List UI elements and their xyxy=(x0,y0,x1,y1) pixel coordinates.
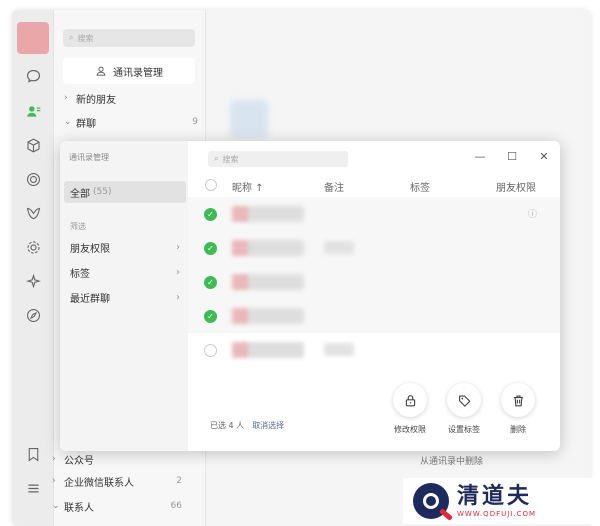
bookmark-icon[interactable] xyxy=(23,444,43,464)
group-work-contacts[interactable]: › 企业微信联系人 2 xyxy=(52,473,182,489)
compass-icon[interactable] xyxy=(23,305,43,325)
table-row[interactable]: ✓ xyxy=(188,265,560,299)
chevron-down-icon: ⌄ xyxy=(52,501,60,511)
blurred-remark xyxy=(324,241,354,254)
cancel-selection-link[interactable]: 取消选择 xyxy=(252,420,284,431)
maximize-button[interactable]: ☐ xyxy=(502,147,522,165)
delete-circle[interactable] xyxy=(501,383,535,417)
sparkle-icon[interactable] xyxy=(23,271,43,291)
table-row[interactable] xyxy=(188,333,560,367)
info-icon[interactable]: ⓘ xyxy=(528,207,537,220)
person-icon xyxy=(96,66,106,76)
brand-logo-icon xyxy=(413,483,449,519)
blurred-remark xyxy=(324,343,354,356)
cube-icon[interactable] xyxy=(23,135,43,155)
nav-rail xyxy=(12,10,54,526)
blurred-contact-name xyxy=(232,206,304,222)
delete-button[interactable]: 删除 xyxy=(494,383,542,435)
detail-footer-text: 从通讯录中删除 xyxy=(420,457,484,467)
filter-all[interactable]: 全部 (55) xyxy=(64,181,186,203)
row-checkbox-checked[interactable]: ✓ xyxy=(204,242,217,255)
dialog-search-input[interactable]: ⌕ 搜索 xyxy=(208,151,348,167)
row-checkbox-checked[interactable]: ✓ xyxy=(204,276,217,289)
gear-icon[interactable] xyxy=(23,237,43,257)
close-button[interactable]: ✕ xyxy=(534,147,554,165)
avatar[interactable] xyxy=(17,22,49,54)
channels-icon[interactable] xyxy=(23,203,43,223)
table-row[interactable]: ✓ xyxy=(188,299,560,333)
search-icon: ⌕ xyxy=(214,154,219,163)
blurred-avatar xyxy=(230,100,268,138)
set-tags-button[interactable]: 设置标签 xyxy=(440,383,488,435)
group-new-friends[interactable]: › 新的朋友 xyxy=(64,88,198,108)
contacts-icon[interactable] xyxy=(23,101,43,121)
table-row[interactable]: ✓ xyxy=(188,231,560,265)
select-all-checkbox[interactable] xyxy=(205,179,217,191)
chevron-right-icon: › xyxy=(176,241,180,253)
selection-summary: 已选 4 人 取消选择 xyxy=(210,420,284,431)
chevron-right-icon: › xyxy=(52,476,56,486)
dialog-sidebar: 通讯录管理 全部 (55) 筛选 朋友权限 › 标签 › 最近群聊 › xyxy=(60,141,188,451)
table-header: 昵称 ↑ 备注 标签 朋友权限 xyxy=(188,175,560,197)
chevron-right-icon: › xyxy=(64,93,68,103)
moments-icon[interactable] xyxy=(23,169,43,189)
column-permissions[interactable]: 朋友权限 xyxy=(496,179,536,194)
lock-icon xyxy=(405,394,415,406)
blurred-contact-name xyxy=(232,342,304,358)
blurred-contact-name xyxy=(232,308,304,324)
filter-recent-groups[interactable]: 最近群聊 › xyxy=(70,287,180,307)
contact-list: ✓ ⓘ ✓ ✓ ✓ xyxy=(188,197,560,367)
contacts-manager-dialog: 通讯录管理 全部 (55) 筛选 朋友权限 › 标签 › 最近群聊 › ⌕ 搜索… xyxy=(60,141,560,451)
chevron-right-icon: › xyxy=(52,454,56,464)
minimize-button[interactable]: — xyxy=(470,147,490,165)
selected-count: 已选 4 人 xyxy=(210,421,245,430)
filter-permissions[interactable]: 朋友权限 › xyxy=(70,237,180,257)
chevron-down-icon: ⌄ xyxy=(64,117,72,127)
row-checkbox-checked[interactable]: ✓ xyxy=(204,208,217,221)
search-icon: ⌕ xyxy=(69,33,74,42)
watermark-url: WWW.QDFUJI.COM xyxy=(457,510,537,518)
watermark-logo: 清道夫 WWW.QDFUJI.COM xyxy=(403,478,598,524)
set-tags-circle[interactable] xyxy=(447,383,481,417)
column-tags[interactable]: 标签 xyxy=(410,179,430,194)
menu-icon[interactable] xyxy=(23,478,43,498)
row-checkbox-unchecked[interactable] xyxy=(204,344,217,357)
blurred-contact-name xyxy=(232,240,304,256)
trash-icon xyxy=(513,394,523,406)
column-nickname[interactable]: 昵称 ↑ xyxy=(232,179,264,194)
group-chats[interactable]: ⌄ 群聊 9 xyxy=(64,112,198,132)
chevron-right-icon: › xyxy=(176,266,180,278)
dialog-title: 通讯录管理 xyxy=(69,153,109,162)
edit-permission-button[interactable]: 修改权限 xyxy=(386,383,434,435)
chat-icon[interactable] xyxy=(23,66,43,86)
blurred-contact-name xyxy=(232,274,304,290)
table-row[interactable]: ✓ ⓘ xyxy=(188,197,560,231)
column-remark[interactable]: 备注 xyxy=(324,179,344,194)
filter-heading: 筛选 xyxy=(70,222,86,231)
row-checkbox-checked[interactable]: ✓ xyxy=(204,310,217,323)
tag-icon xyxy=(458,394,471,407)
chevron-right-icon: › xyxy=(176,291,180,303)
filter-tags[interactable]: 标签 › xyxy=(70,262,180,282)
watermark-title: 清道夫 xyxy=(457,484,533,509)
edit-permission-circle[interactable] xyxy=(393,383,427,417)
sidebar-search-input[interactable]: ⌕ 搜索 xyxy=(63,29,195,47)
group-official-accounts[interactable]: › 公众号 xyxy=(52,451,182,467)
contacts-manage-button[interactable]: 通讯录管理 xyxy=(63,58,195,84)
group-contacts[interactable]: ⌄ 联系人 66 xyxy=(52,498,182,514)
